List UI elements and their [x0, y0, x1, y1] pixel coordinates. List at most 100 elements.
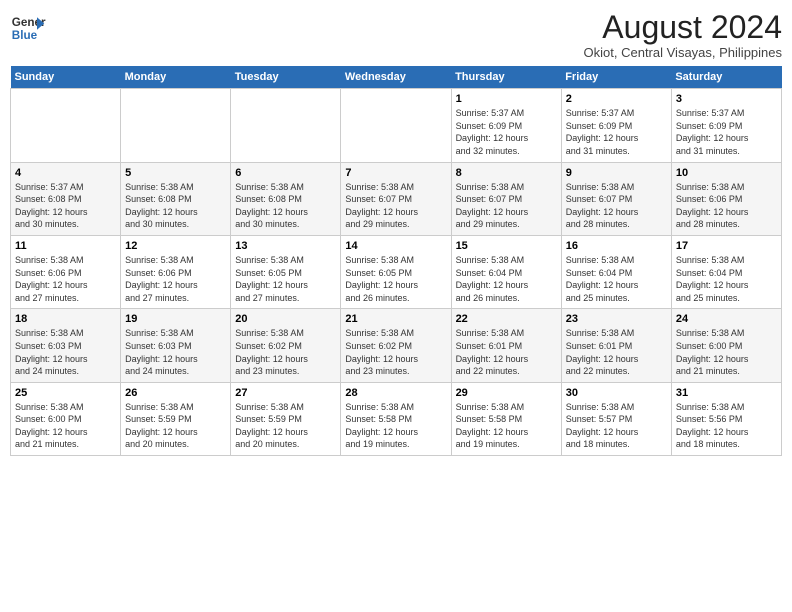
day-number: 20 — [235, 313, 336, 325]
day-number: 2 — [566, 93, 667, 105]
logo: General Blue — [10, 10, 46, 46]
day-header-thursday: Thursday — [451, 66, 561, 89]
calendar-subtitle: Okiot, Central Visayas, Philippines — [584, 45, 782, 60]
day-info: Sunrise: 5:38 AM Sunset: 5:59 PM Dayligh… — [125, 401, 226, 451]
calendar-body: 1 Sunrise: 5:37 AM Sunset: 6:09 PM Daylig… — [11, 89, 782, 456]
day-info: Sunrise: 5:38 AM Sunset: 6:01 PM Dayligh… — [456, 327, 557, 377]
week-row-1: 1 Sunrise: 5:37 AM Sunset: 6:09 PM Daylig… — [11, 89, 782, 162]
calendar-cell: 1 Sunrise: 5:37 AM Sunset: 6:09 PM Daylig… — [451, 89, 561, 162]
calendar-title: August 2024 — [584, 10, 782, 45]
calendar-cell: 28 Sunrise: 5:38 AM Sunset: 5:58 PM Dayli… — [341, 382, 451, 455]
logo-icon: General Blue — [10, 10, 46, 46]
calendar-cell: 5 Sunrise: 5:38 AM Sunset: 6:08 PM Daylig… — [121, 162, 231, 235]
day-number: 5 — [125, 167, 226, 179]
page-header: General Blue August 2024 Okiot, Central … — [10, 10, 782, 60]
day-info: Sunrise: 5:38 AM Sunset: 6:00 PM Dayligh… — [676, 327, 777, 377]
calendar-cell: 11Sunrise: 5:38 AM Sunset: 6:06 PM Dayli… — [11, 235, 121, 308]
day-header-wednesday: Wednesday — [341, 66, 451, 89]
day-number: 3 — [676, 93, 777, 105]
day-info: Sunrise: 5:38 AM Sunset: 6:07 PM Dayligh… — [566, 181, 667, 231]
day-number: 27 — [235, 387, 336, 399]
calendar-cell: 20 Sunrise: 5:38 AM Sunset: 6:02 PM Dayli… — [231, 309, 341, 382]
day-number: 8 — [456, 167, 557, 179]
title-block: August 2024 Okiot, Central Visayas, Phil… — [584, 10, 782, 60]
calendar-header: SundayMondayTuesdayWednesdayThursdayFrid… — [11, 66, 782, 89]
day-info: Sunrise: 5:37 AM Sunset: 6:09 PM Dayligh… — [566, 107, 667, 157]
day-info: Sunrise: 5:38 AM Sunset: 6:02 PM Dayligh… — [235, 327, 336, 377]
day-number: 11 — [15, 240, 116, 252]
day-number: 28 — [345, 387, 446, 399]
calendar-cell: 24Sunrise: 5:38 AM Sunset: 6:00 PM Dayli… — [671, 309, 781, 382]
calendar-cell: 12 Sunrise: 5:38 AM Sunset: 6:06 PM Dayli… — [121, 235, 231, 308]
day-number: 10 — [676, 167, 777, 179]
day-number: 12 — [125, 240, 226, 252]
day-info: Sunrise: 5:38 AM Sunset: 5:58 PM Dayligh… — [456, 401, 557, 451]
calendar-cell: 17 Sunrise: 5:38 AM Sunset: 6:04 PM Dayli… — [671, 235, 781, 308]
day-info: Sunrise: 5:38 AM Sunset: 5:56 PM Dayligh… — [676, 401, 777, 451]
calendar-cell: 26 Sunrise: 5:38 AM Sunset: 5:59 PM Dayli… — [121, 382, 231, 455]
day-header-sunday: Sunday — [11, 66, 121, 89]
day-number: 13 — [235, 240, 336, 252]
calendar-cell: 3Sunrise: 5:37 AM Sunset: 6:09 PM Daylig… — [671, 89, 781, 162]
calendar-cell: 23Sunrise: 5:38 AM Sunset: 6:01 PM Dayli… — [561, 309, 671, 382]
day-info: Sunrise: 5:38 AM Sunset: 6:08 PM Dayligh… — [125, 181, 226, 231]
calendar-cell: 29 Sunrise: 5:38 AM Sunset: 5:58 PM Dayli… — [451, 382, 561, 455]
day-number: 26 — [125, 387, 226, 399]
day-info: Sunrise: 5:38 AM Sunset: 6:04 PM Dayligh… — [566, 254, 667, 304]
day-number: 25 — [15, 387, 116, 399]
day-number: 29 — [456, 387, 557, 399]
calendar-cell: 15Sunrise: 5:38 AM Sunset: 6:04 PM Dayli… — [451, 235, 561, 308]
day-info: Sunrise: 5:38 AM Sunset: 6:08 PM Dayligh… — [235, 181, 336, 231]
day-number: 17 — [676, 240, 777, 252]
day-info: Sunrise: 5:38 AM Sunset: 6:03 PM Dayligh… — [125, 327, 226, 377]
calendar-table: SundayMondayTuesdayWednesdayThursdayFrid… — [10, 66, 782, 456]
calendar-cell — [121, 89, 231, 162]
day-number: 7 — [345, 167, 446, 179]
calendar-cell: 4Sunrise: 5:37 AM Sunset: 6:08 PM Daylig… — [11, 162, 121, 235]
calendar-cell: 19 Sunrise: 5:38 AM Sunset: 6:03 PM Dayli… — [121, 309, 231, 382]
day-info: Sunrise: 5:38 AM Sunset: 6:04 PM Dayligh… — [676, 254, 777, 304]
day-info: Sunrise: 5:37 AM Sunset: 6:09 PM Dayligh… — [456, 107, 557, 157]
day-number: 1 — [456, 93, 557, 105]
calendar-cell: 21 Sunrise: 5:38 AM Sunset: 6:02 PM Dayli… — [341, 309, 451, 382]
calendar-cell: 18Sunrise: 5:38 AM Sunset: 6:03 PM Dayli… — [11, 309, 121, 382]
day-info: Sunrise: 5:38 AM Sunset: 6:06 PM Dayligh… — [676, 181, 777, 231]
calendar-cell: 9 Sunrise: 5:38 AM Sunset: 6:07 PM Daylig… — [561, 162, 671, 235]
day-info: Sunrise: 5:38 AM Sunset: 6:05 PM Dayligh… — [235, 254, 336, 304]
day-header-friday: Friday — [561, 66, 671, 89]
calendar-cell: 30 Sunrise: 5:38 AM Sunset: 5:57 PM Dayli… — [561, 382, 671, 455]
day-number: 14 — [345, 240, 446, 252]
day-number: 23 — [566, 313, 667, 325]
day-info: Sunrise: 5:38 AM Sunset: 5:58 PM Dayligh… — [345, 401, 446, 451]
days-of-week-row: SundayMondayTuesdayWednesdayThursdayFrid… — [11, 66, 782, 89]
day-number: 31 — [676, 387, 777, 399]
day-number: 18 — [15, 313, 116, 325]
week-row-4: 18 Sunrise: 5:38 AM Sunset: 6:03 PM Dayli… — [11, 309, 782, 382]
day-number: 21 — [345, 313, 446, 325]
calendar-cell: 16Sunrise: 5:38 AM Sunset: 6:04 PM Dayli… — [561, 235, 671, 308]
calendar-cell: 22 Sunrise: 5:38 AM Sunset: 6:01 PM Dayli… — [451, 309, 561, 382]
day-info: Sunrise: 5:38 AM Sunset: 6:02 PM Dayligh… — [345, 327, 446, 377]
week-row-5: 25Sunrise: 5:38 AM Sunset: 6:00 PM Dayli… — [11, 382, 782, 455]
day-info: Sunrise: 5:38 AM Sunset: 5:57 PM Dayligh… — [566, 401, 667, 451]
day-info: Sunrise: 5:38 AM Sunset: 6:04 PM Dayligh… — [456, 254, 557, 304]
day-info: Sunrise: 5:38 AM Sunset: 6:07 PM Dayligh… — [456, 181, 557, 231]
calendar-cell — [231, 89, 341, 162]
day-number: 9 — [566, 167, 667, 179]
day-header-tuesday: Tuesday — [231, 66, 341, 89]
day-info: Sunrise: 5:38 AM Sunset: 5:59 PM Dayligh… — [235, 401, 336, 451]
day-header-monday: Monday — [121, 66, 231, 89]
day-info: Sunrise: 5:38 AM Sunset: 6:06 PM Dayligh… — [125, 254, 226, 304]
day-number: 22 — [456, 313, 557, 325]
day-number: 6 — [235, 167, 336, 179]
calendar-cell: 7 Sunrise: 5:38 AM Sunset: 6:07 PM Daylig… — [341, 162, 451, 235]
calendar-cell: 8 Sunrise: 5:38 AM Sunset: 6:07 PM Daylig… — [451, 162, 561, 235]
day-info: Sunrise: 5:38 AM Sunset: 6:05 PM Dayligh… — [345, 254, 446, 304]
day-info: Sunrise: 5:38 AM Sunset: 6:07 PM Dayligh… — [345, 181, 446, 231]
calendar-cell — [11, 89, 121, 162]
day-number: 19 — [125, 313, 226, 325]
calendar-cell: 25Sunrise: 5:38 AM Sunset: 6:00 PM Dayli… — [11, 382, 121, 455]
day-number: 30 — [566, 387, 667, 399]
calendar-cell: 10 Sunrise: 5:38 AM Sunset: 6:06 PM Dayli… — [671, 162, 781, 235]
week-row-3: 11 Sunrise: 5:38 AM Sunset: 6:06 PM Dayli… — [11, 235, 782, 308]
